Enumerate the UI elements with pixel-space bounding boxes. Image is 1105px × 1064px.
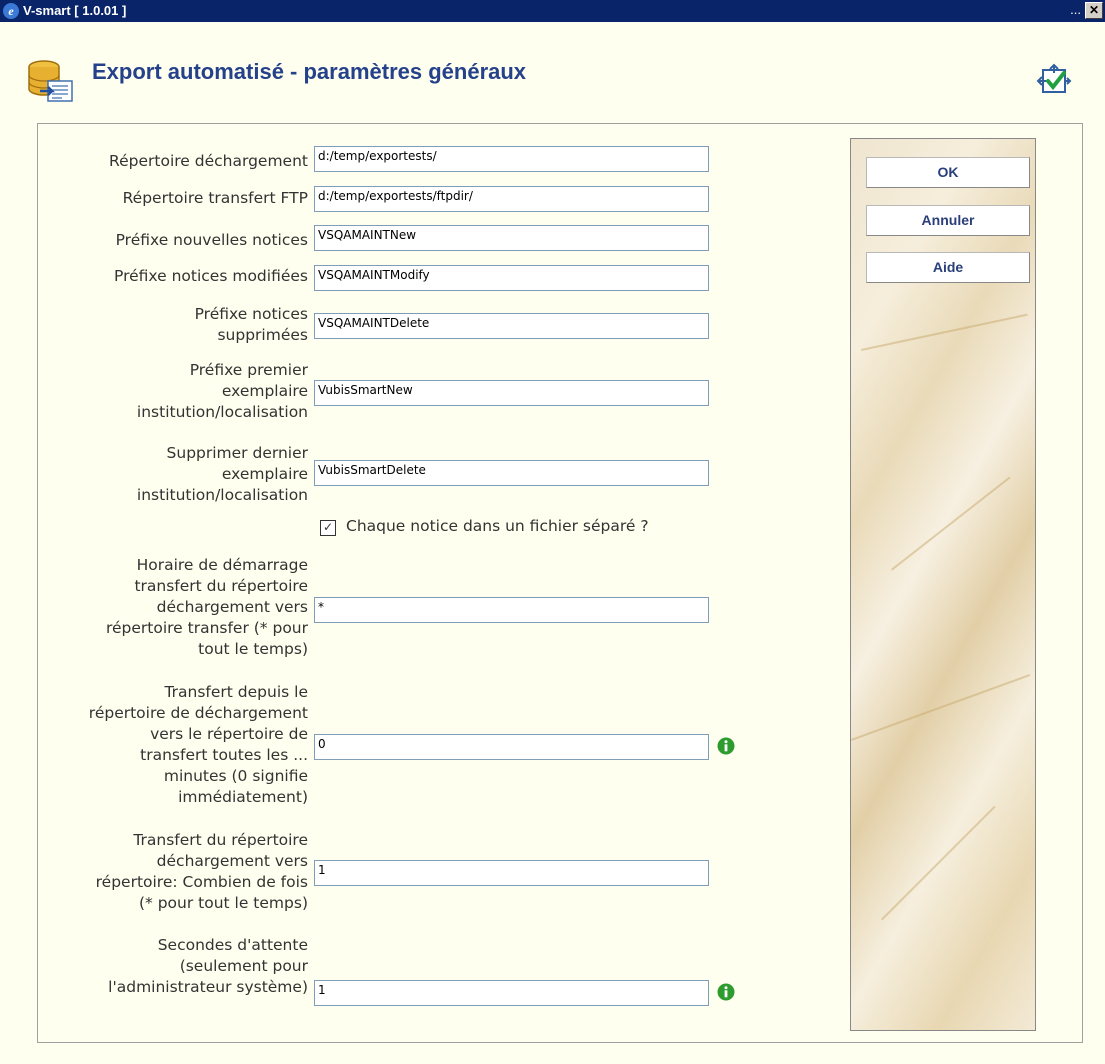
field-label-first-copy-prefix: Préfixe premier exemplaire institution/l… [136,361,308,421]
database-export-icon [28,60,73,102]
checkmark-icon[interactable] [1036,63,1072,99]
transfer-count-input[interactable]: 1 [314,860,709,886]
ftp-dir-input[interactable]: d:/temp/exportests/ftpdir/ [314,186,709,212]
window-titlebar: e V-smart [ 1.0.01 ] ... ✕ [0,0,1105,22]
download-dir-input[interactable]: d:/temp/exportests/ [314,146,709,172]
wait-seconds-input[interactable]: 1 [314,980,709,1006]
page-title: Export automatisé - paramètres généraux [92,59,527,84]
transfer-interval-input[interactable]: 0 [314,734,709,760]
close-button[interactable]: ✕ [1085,2,1103,19]
field-label-start-time: Horaire de démarrage transfert du répert… [105,556,308,658]
window-ellipsis: ... [1070,2,1081,17]
info-icon[interactable] [717,983,735,1001]
ok-button[interactable]: OK [866,157,1030,188]
start-time-input[interactable]: * [314,597,709,623]
separate-file-checkbox[interactable]: ✓ [320,520,336,536]
field-label-wait-seconds: Secondes d'attente (seulement pour l'adm… [108,936,308,996]
field-label-ftp-dir: Répertoire transfert FTP [122,189,308,207]
modified-prefix-input[interactable]: VSQAMAINTModify [314,265,709,291]
field-label-deleted-prefix: Préfixe notices supprimées [194,305,308,344]
app-icon: e [3,3,19,19]
field-label-transfer-interval: Transfert depuis le répertoire de déchar… [88,683,308,806]
first-copy-prefix-input[interactable]: VubisSmartNew [314,380,709,406]
window-title: V-smart [ 1.0.01 ] [23,3,127,18]
separate-file-label: Chaque notice dans un fichier séparé ? [346,517,649,535]
field-label-delete-last-copy: Supprimer dernier exemplaire institution… [136,444,308,504]
field-label-modified-prefix: Préfixe notices modifiées [114,267,308,285]
field-label-download-dir: Répertoire déchargement [109,152,308,170]
field-label-new-prefix: Préfixe nouvelles notices [115,231,308,249]
cancel-button[interactable]: Annuler [866,205,1030,236]
field-label-transfer-count: Transfert du répertoire déchargement ver… [95,831,308,912]
info-icon[interactable] [717,737,735,755]
deleted-prefix-input[interactable]: VSQAMAINTDelete [314,313,709,339]
help-button[interactable]: Aide [866,252,1030,283]
new-prefix-input[interactable]: VSQAMAINTNew [314,225,709,251]
delete-last-copy-input[interactable]: VubisSmartDelete [314,460,709,486]
